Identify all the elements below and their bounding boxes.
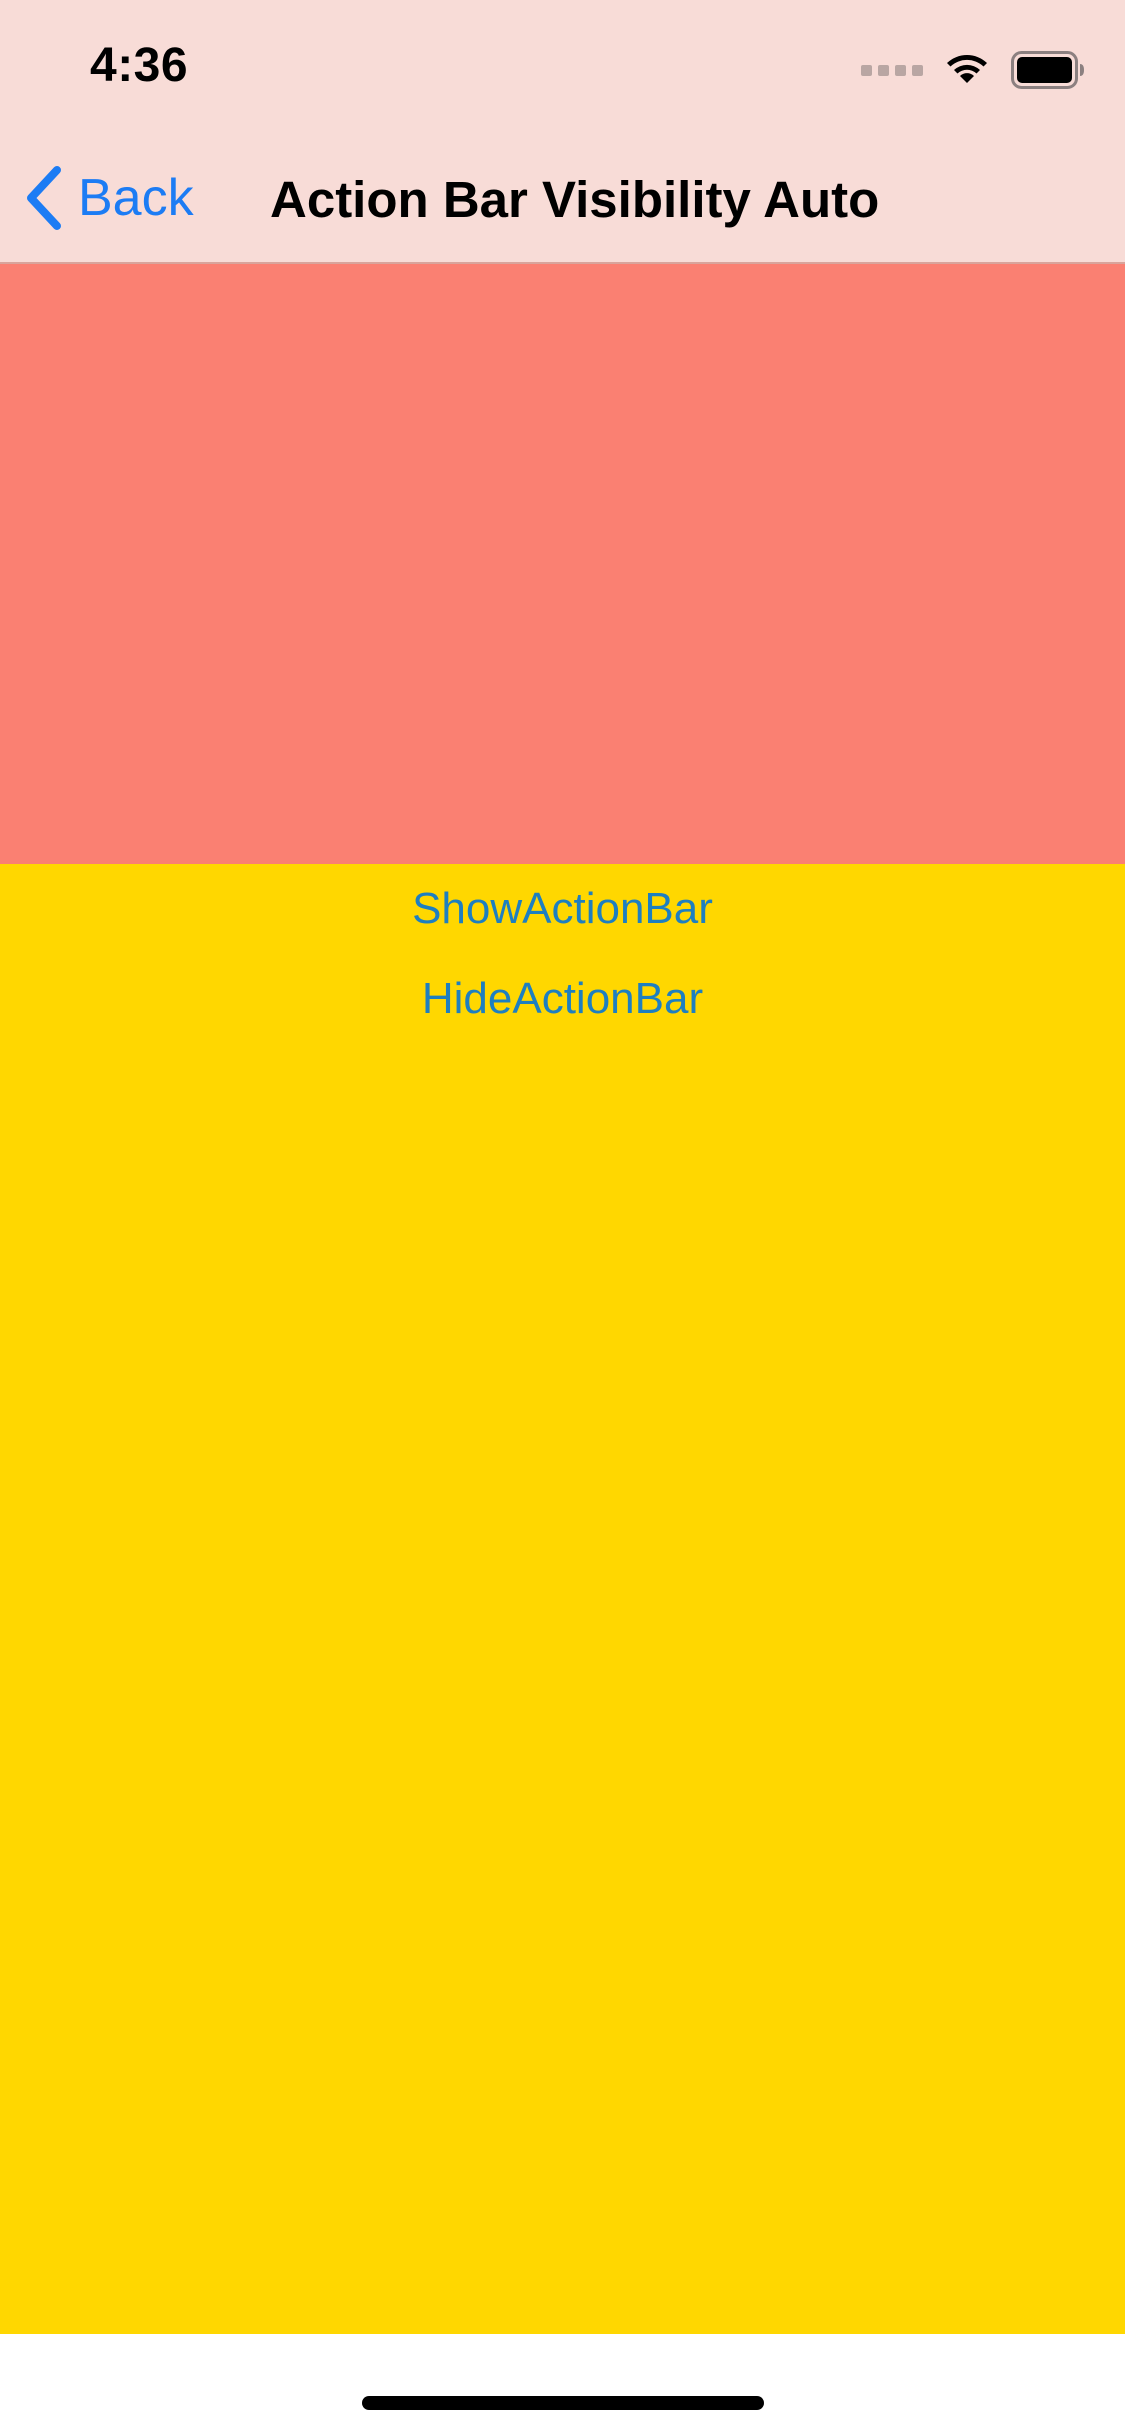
status-bar: 4:36 xyxy=(0,0,1125,132)
navigation-bar: Back Action Bar Visibility Auto xyxy=(0,132,1125,264)
wifi-icon xyxy=(947,55,987,83)
signal-icon xyxy=(861,64,923,76)
page-title: Action Bar Visibility Auto xyxy=(270,171,880,228)
salmon-panel xyxy=(0,264,1125,864)
status-time: 4:36 xyxy=(90,39,189,92)
chevron-left-icon xyxy=(27,166,61,230)
status-icons xyxy=(861,50,1085,90)
gold-panel: ShowActionBar HideActionBar xyxy=(0,864,1125,2334)
battery-icon xyxy=(1011,51,1084,89)
hide-action-bar-button[interactable]: HideActionBar xyxy=(0,974,1125,1024)
back-button[interactable]: Back xyxy=(24,162,194,234)
back-label: Back xyxy=(78,169,194,227)
app-screen: 4:36 Back Action Bar Visibility Auto Sho… xyxy=(0,0,1125,2436)
show-action-bar-button[interactable]: ShowActionBar xyxy=(0,884,1125,934)
top-chrome: 4:36 Back Action Bar Visibility Auto xyxy=(0,0,1125,264)
home-indicator[interactable] xyxy=(362,2396,764,2410)
